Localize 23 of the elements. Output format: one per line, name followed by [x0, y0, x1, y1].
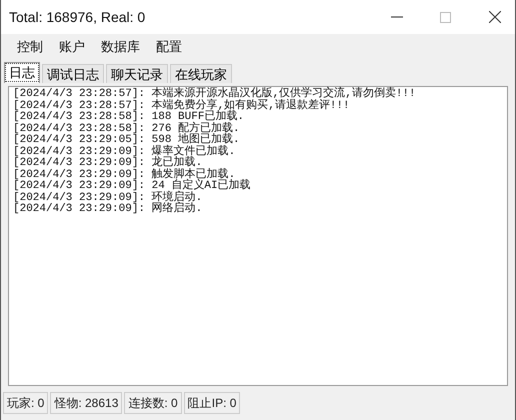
status-field: 怪物: 28613 — [50, 392, 122, 414]
log-line: [2024/4/3 23:29:09]: 网络启动. — [13, 204, 204, 216]
log-line: [2024/4/3 23:29:09]: 龙已加载. — [13, 158, 202, 169]
menu-item[interactable]: 控制 — [9, 37, 51, 57]
menu-item[interactable]: 配置 — [148, 37, 190, 57]
log-line: [2024/4/3 23:29:09]: 爆率文件已加载. — [13, 146, 236, 158]
log-line: [2024/4/3 23:28:57]: 本端来源开源水晶汉化版,仅供学习交流,请勿倒卖!!! — [13, 89, 417, 100]
status-field: 阻止IP: 0 — [184, 392, 240, 414]
window-title: Total: 168976, Real: 0 — [9, 8, 146, 26]
tab[interactable]: 在线玩家 — [170, 64, 232, 83]
close-icon[interactable] — [489, 11, 501, 23]
log-line: [2024/4/3 23:28:58]: 276 配方已加载. — [13, 124, 241, 134]
log-line: [2024/4/3 23:29:05]: 598 地图已加载. — [13, 135, 241, 146]
status-field: 连接数: 0 — [124, 392, 182, 414]
menu-item[interactable]: 数据库 — [93, 37, 148, 57]
log-line: [2024/4/3 23:28:57]: 本端免费分享,如有购买,请退款差评!!! — [13, 100, 351, 112]
log-line: [2024/4/3 23:29:09]: 24 自定义AI已加载 — [13, 181, 252, 192]
tab[interactable]: 日志 — [4, 62, 40, 83]
status-field: 玩家: 0 — [3, 392, 48, 414]
tab[interactable]: 调试日志 — [42, 64, 104, 83]
menu-item[interactable]: 账户 — [51, 37, 93, 57]
tab[interactable]: 聊天记录 — [106, 64, 168, 83]
log-line: [2024/4/3 23:28:58]: 188 BUFF已加载. — [13, 112, 246, 123]
